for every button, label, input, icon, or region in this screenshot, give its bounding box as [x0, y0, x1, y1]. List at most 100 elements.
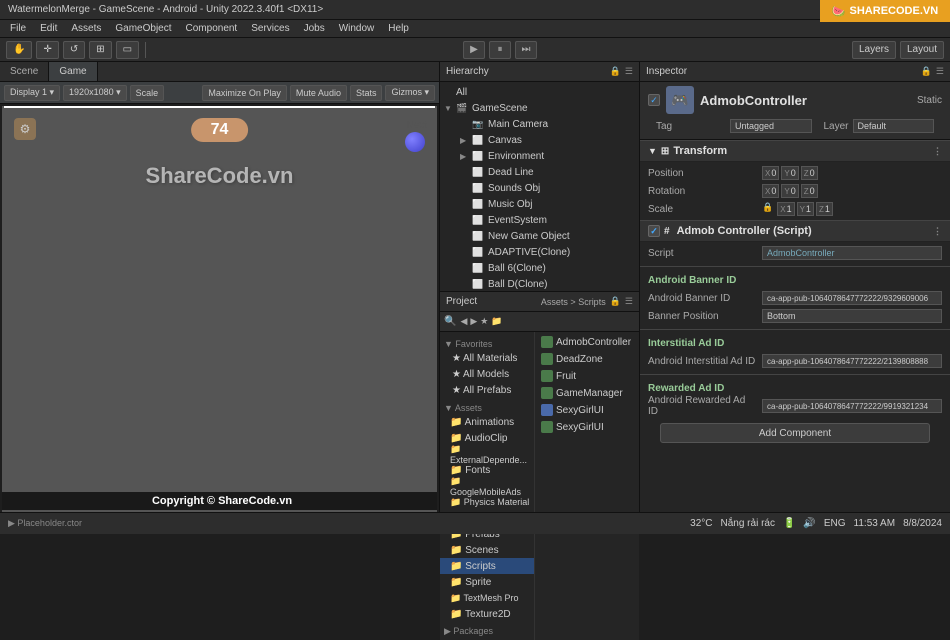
proj-all-prefabs[interactable]: ★ All Prefabs — [440, 382, 534, 398]
hierarchy-title: Hierarchy — [446, 66, 606, 77]
menu-file[interactable]: File — [4, 22, 32, 35]
proj-texture2d[interactable]: 📁 Texture2D — [440, 606, 534, 622]
proj-physics[interactable]: 📁 Physics Material — [440, 494, 534, 510]
proj-packages-header[interactable]: ▶ Packages — [440, 622, 534, 638]
pause-btn[interactable]: ⏸ — [489, 41, 511, 59]
proj-nav-arrow-right[interactable]: ▶ — [470, 316, 477, 327]
scale-x[interactable]: X 1 — [777, 202, 794, 216]
game-gear-btn[interactable]: ⚙ — [14, 118, 36, 140]
menu-edit[interactable]: Edit — [34, 22, 63, 35]
move-tool-btn[interactable]: ✛ — [36, 41, 58, 59]
proj-nav-arrow-left[interactable]: ◀ — [460, 316, 467, 327]
menu-services[interactable]: Services — [245, 22, 295, 35]
proj-textmesh[interactable]: 📁 TextMesh Pro — [440, 590, 534, 606]
rect-tool-btn[interactable]: ▭ — [116, 41, 139, 59]
file-fruit[interactable]: Fruit — [537, 368, 637, 384]
admob-options-icon[interactable]: ⋮ — [933, 226, 942, 237]
transform-options-icon[interactable]: ⋮ — [933, 146, 942, 157]
android-rewarded-value[interactable]: ca-app-pub-1064078647772222/9919321234 — [762, 399, 942, 413]
hier-newgame[interactable]: ⬜ New Game Object — [440, 228, 639, 244]
resolution-btn[interactable]: 1920x1080 ▾ — [63, 85, 127, 101]
tag-value[interactable]: Untagged — [730, 119, 812, 133]
play-btn[interactable]: ▶ — [463, 41, 485, 59]
menu-assets[interactable]: Assets — [65, 22, 107, 35]
hier-music[interactable]: ⬜ Music Obj — [440, 196, 639, 212]
proj-nav-folder[interactable]: 📁 — [491, 316, 502, 327]
hand-tool-btn[interactable]: ✋ — [6, 41, 32, 59]
add-component-btn[interactable]: Add Component — [660, 423, 930, 443]
file-admob[interactable]: AdmobController — [537, 334, 637, 350]
scale-tool-btn[interactable]: ⊞ — [89, 41, 111, 59]
hier-es-icon: ⬜ — [472, 215, 486, 226]
position-z[interactable]: Z 0 — [801, 166, 818, 180]
hier-balld[interactable]: ⬜ Ball D(Clone) — [440, 276, 639, 291]
android-banner-value[interactable]: ca-app-pub-1064078647772222/9329609006 — [762, 291, 942, 305]
obj-active-checkbox[interactable]: ✓ — [648, 94, 660, 106]
menu-jobs[interactable]: Jobs — [298, 22, 331, 35]
file-sexygirl-prefab[interactable]: SexyGirlUI — [537, 402, 637, 418]
proj-animations[interactable]: 📁 Animations — [440, 414, 534, 430]
proj-all-materials[interactable]: ★ All Materials — [440, 350, 534, 366]
android-interstitial-value[interactable]: ca-app-pub-1064078647772222/2139808888 — [762, 354, 942, 368]
admob-active-checkbox[interactable]: ✓ — [648, 225, 660, 237]
step-btn[interactable]: ⏭ — [515, 41, 537, 59]
scale-z[interactable]: Z 1 — [816, 202, 833, 216]
hier-canvas[interactable]: ▶ ⬜ Canvas — [440, 132, 639, 148]
scale-y[interactable]: Y 1 — [797, 202, 814, 216]
hierarchy-lock-icon[interactable]: 🔒 — [610, 66, 621, 77]
position-y[interactable]: Y 0 — [781, 166, 798, 180]
gizmos-btn[interactable]: Gizmos ▾ — [385, 85, 435, 101]
hier-ball6[interactable]: ⬜ Ball 6(Clone) — [440, 260, 639, 276]
hier-deadline[interactable]: ⬜ Dead Line — [440, 164, 639, 180]
proj-nav-star[interactable]: ★ — [480, 316, 488, 327]
menu-help[interactable]: Help — [382, 22, 415, 35]
banner-pos-value[interactable]: Bottom — [762, 309, 942, 323]
inspector-lock-icon[interactable]: 🔒 — [921, 66, 932, 77]
proj-external[interactable]: 📁 ExternalDepende... — [440, 446, 534, 462]
rotation-z[interactable]: Z 0 — [801, 184, 818, 198]
script-ref-value[interactable]: AdmobController — [762, 246, 942, 260]
hier-adaptive[interactable]: ⬜ ADAPTIVE(Clone) — [440, 244, 639, 260]
admob-script-header[interactable]: ✓ # Admob Controller (Script) ⋮ — [640, 220, 950, 242]
position-x[interactable]: X 0 — [762, 166, 779, 180]
display-btn[interactable]: Display 1 ▾ — [4, 85, 60, 101]
file-deadzone[interactable]: DeadZone — [537, 351, 637, 367]
hier-sounds[interactable]: ⬜ Sounds Obj — [440, 180, 639, 196]
proj-sprite[interactable]: 📁 Sprite — [440, 574, 534, 590]
menu-window[interactable]: Window — [333, 22, 381, 35]
transform-header[interactable]: ▼ ⊞ Transform ⋮ — [640, 140, 950, 162]
proj-scripts[interactable]: 📁 Scripts — [440, 558, 534, 574]
proj-googlemobile[interactable]: 📁 GoogleMobileAds — [440, 478, 534, 494]
scene-tab[interactable]: Scene — [0, 62, 49, 81]
file-gamemanager[interactable]: GameManager — [537, 385, 637, 401]
project-lock-icon[interactable]: 🔒 — [610, 296, 621, 307]
mute-btn[interactable]: Mute Audio — [290, 85, 347, 101]
menu-component[interactable]: Component — [180, 22, 244, 35]
rotation-x[interactable]: X 0 — [762, 184, 779, 198]
scale-lock-icon[interactable]: 🔒 — [762, 202, 773, 216]
hier-env[interactable]: ▶ ⬜ Environment — [440, 148, 639, 164]
scale-btn[interactable]: Scale — [130, 85, 165, 101]
game-tab[interactable]: Game — [49, 62, 97, 81]
rotation-y[interactable]: Y 0 — [781, 184, 798, 198]
hier-maincamera[interactable]: 📷 Main Camera — [440, 116, 639, 132]
menu-gameobject[interactable]: GameObject — [109, 22, 177, 35]
stats-btn[interactable]: Stats — [350, 85, 383, 101]
file-sexygirl-cs[interactable]: SexyGirlUI — [537, 419, 637, 435]
position-row: Position X 0 Y 0 Z 0 — [640, 164, 950, 182]
rotate-tool-btn[interactable]: ↺ — [63, 41, 85, 59]
layers-btn[interactable]: Layers — [852, 41, 896, 59]
hierarchy-menu-icon[interactable]: ☰ — [625, 66, 633, 77]
maximize-play-btn[interactable]: Maximize On Play — [202, 85, 287, 101]
layout-btn[interactable]: Layout — [900, 41, 944, 59]
inspector-menu-icon[interactable]: ☰ — [936, 66, 944, 77]
hier-all[interactable]: All — [440, 84, 639, 100]
proj-scenes[interactable]: 📁 Scenes — [440, 542, 534, 558]
layer-value[interactable]: Default — [853, 119, 935, 133]
hier-gamescene[interactable]: ▼ 🎬 GameScene — [440, 100, 639, 116]
hier-eventsystem[interactable]: ⬜ EventSystem — [440, 212, 639, 228]
hierarchy-content[interactable]: All ▼ 🎬 GameScene 📷 Main Camera ▶ ⬜ Canv… — [440, 82, 639, 291]
proj-all-models[interactable]: ★ All Models — [440, 366, 534, 382]
project-menu-icon[interactable]: ☰ — [625, 296, 633, 307]
project-tree[interactable]: ▼ Favorites ★ All Materials ★ All Models… — [440, 332, 535, 640]
